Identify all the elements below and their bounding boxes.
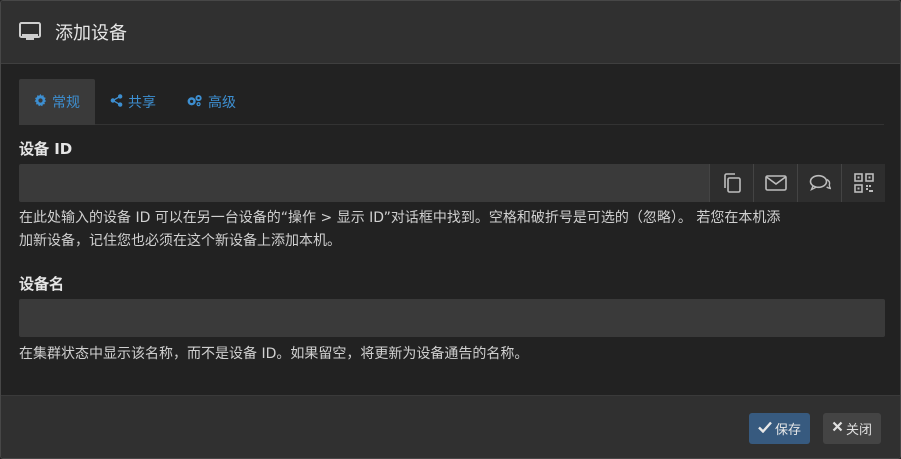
monitor-icon xyxy=(19,21,41,43)
tab-label: 常规 xyxy=(52,95,80,111)
add-device-dialog: 添加设备 常规 共享 高级 设备 ID 在此处输入的设备 ID 可以在另一台设备… xyxy=(0,0,901,459)
device-id-help-line1: 在此处输入的设备 ID 可以在另一台设备的“操作 > 显示 ID”对话框中找到。… xyxy=(19,210,781,226)
copy-icon[interactable] xyxy=(709,164,753,202)
device-id-input-group xyxy=(19,164,885,202)
close-label: 关闭 xyxy=(846,423,873,438)
check-icon xyxy=(758,421,775,437)
close-button[interactable]: 关闭 xyxy=(823,413,882,444)
device-id-help-line2: 加新设备，记住您也必须在这个新设备上添加本机。 xyxy=(19,233,341,249)
tab-sharing[interactable]: 共享 xyxy=(95,79,171,125)
dialog-title: 添加设备 xyxy=(55,23,127,44)
save-button[interactable]: 保存 xyxy=(749,413,811,444)
device-id-input[interactable] xyxy=(19,164,709,202)
device-name-help: 在集群状态中显示该名称，而不是设备 ID。如果留空，将更新为设备通告的名称。 xyxy=(19,346,529,362)
save-label: 保存 xyxy=(775,423,802,438)
device-id-label: 设备 ID xyxy=(19,140,73,158)
gears-icon xyxy=(186,94,208,111)
device-id-help: 在此处输入的设备 ID 可以在另一台设备的“操作 > 显示 ID”对话框中找到。… xyxy=(19,207,780,253)
tab-label: 高级 xyxy=(208,95,236,111)
device-name-input[interactable] xyxy=(19,299,885,337)
close-icon xyxy=(832,421,846,436)
tab-bar: 常规 共享 高级 xyxy=(19,79,884,125)
envelope-icon[interactable] xyxy=(753,164,797,202)
tab-general[interactable]: 常规 xyxy=(19,79,95,125)
device-name-label: 设备名 xyxy=(19,275,65,293)
tab-advanced[interactable]: 高级 xyxy=(171,79,251,125)
dialog-header: 添加设备 xyxy=(1,1,900,64)
gear-icon xyxy=(34,93,52,111)
share-icon xyxy=(110,93,128,111)
qrcode-icon[interactable] xyxy=(841,164,885,202)
dialog-footer: 保存 关闭 xyxy=(1,395,900,458)
tab-label: 共享 xyxy=(128,95,156,111)
chat-icon[interactable] xyxy=(797,164,841,202)
